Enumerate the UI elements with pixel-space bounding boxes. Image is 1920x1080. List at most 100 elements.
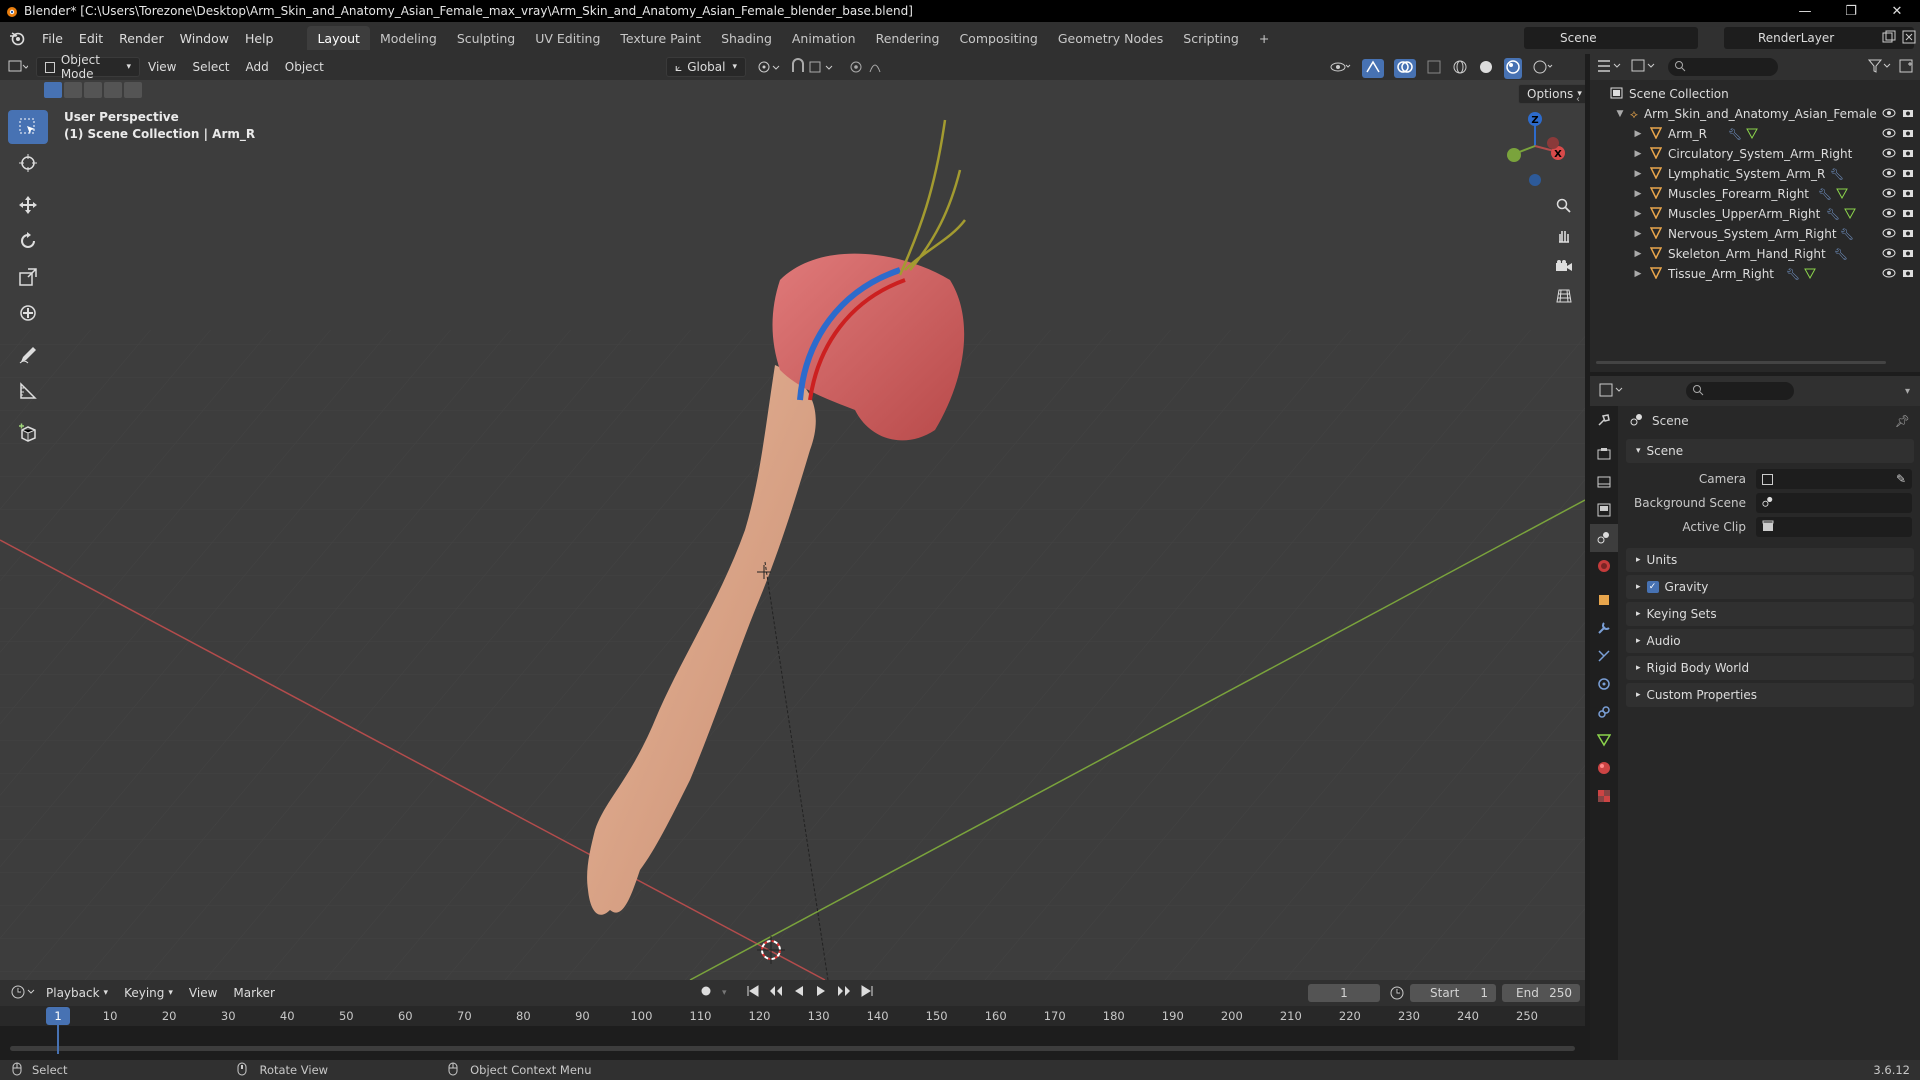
move-tool[interactable] bbox=[8, 188, 48, 222]
outliner-object-row[interactable]: ▶ Circulatory_System_Arm_Right bbox=[1590, 144, 1920, 164]
expand-caret-icon[interactable]: ▶ bbox=[1632, 229, 1644, 239]
timeline-ruler[interactable]: 10 20 30 40 50 60 70 80 90 100 110 120 130 140 150 160 1… bbox=[0, 1006, 1585, 1026]
camera-field[interactable]: ✎ bbox=[1756, 469, 1912, 489]
3d-viewport[interactable]: User Perspective (1) Scene Collection | … bbox=[0, 80, 1585, 980]
camera-render-icon[interactable] bbox=[1902, 107, 1914, 121]
view-menu[interactable]: View bbox=[140, 57, 184, 77]
object-menu[interactable]: Object bbox=[277, 57, 332, 77]
camera-render-icon[interactable] bbox=[1902, 207, 1914, 221]
tab-texture-paint[interactable]: Texture Paint bbox=[610, 26, 711, 50]
eye-icon[interactable] bbox=[1882, 107, 1896, 121]
minimize-button[interactable]: — bbox=[1782, 0, 1828, 22]
expand-caret-icon[interactable]: ▶ bbox=[1632, 129, 1644, 139]
prev-keyframe-icon[interactable] bbox=[769, 985, 783, 1000]
preview-range-icon[interactable] bbox=[1390, 986, 1404, 1003]
select-intersect-icon[interactable] bbox=[124, 82, 142, 98]
material-tab-icon[interactable] bbox=[1590, 754, 1618, 782]
constraints-tab-icon[interactable] bbox=[1590, 698, 1618, 726]
tab-geometry-nodes[interactable]: Geometry Nodes bbox=[1048, 26, 1173, 50]
cursor-tool[interactable] bbox=[8, 146, 48, 180]
panel-keying-sets-header[interactable]: ▸ Keying Sets bbox=[1626, 602, 1914, 626]
tab-shading[interactable]: Shading bbox=[711, 26, 782, 50]
timeline-scrollbar[interactable] bbox=[10, 1046, 1575, 1051]
select-extend-icon[interactable] bbox=[64, 82, 82, 98]
expand-caret-icon[interactable]: ▼ bbox=[1614, 109, 1626, 119]
panel-rigid-body-world-header[interactable]: ▸ Rigid Body World bbox=[1626, 656, 1914, 680]
navigation-gizmo[interactable]: Z X bbox=[1500, 110, 1570, 190]
panel-custom-properties-header[interactable]: ▸ Custom Properties bbox=[1626, 683, 1914, 707]
camera-render-icon[interactable] bbox=[1902, 187, 1914, 201]
material-shading-icon[interactable] bbox=[1504, 58, 1522, 79]
scale-tool[interactable] bbox=[8, 260, 48, 294]
expand-caret-icon[interactable]: ▶ bbox=[1632, 189, 1644, 199]
pivot-icon[interactable] bbox=[756, 58, 782, 79]
eye-icon[interactable] bbox=[1882, 187, 1896, 201]
world-tab-icon[interactable] bbox=[1590, 552, 1618, 580]
chevron-down-icon[interactable]: ▾ bbox=[722, 988, 727, 998]
tab-rendering[interactable]: Rendering bbox=[866, 26, 950, 50]
next-keyframe-icon[interactable] bbox=[837, 985, 851, 1000]
camera-render-icon[interactable] bbox=[1902, 147, 1914, 161]
tool-tab-icon[interactable] bbox=[1590, 406, 1618, 434]
new-collection-icon[interactable] bbox=[1898, 58, 1914, 77]
tab-uv-editing[interactable]: UV Editing bbox=[525, 26, 610, 50]
camera-render-icon[interactable] bbox=[1902, 227, 1914, 241]
data-tab-icon[interactable] bbox=[1590, 726, 1618, 754]
tab-layout[interactable]: Layout bbox=[307, 26, 370, 50]
add-menu[interactable]: Add bbox=[238, 57, 277, 77]
pin-icon[interactable]: 📌︎ bbox=[1895, 414, 1910, 428]
outliner-object-row[interactable]: ▶ Skeleton_Arm_Hand_Right 🔧︎ bbox=[1590, 244, 1920, 264]
chevron-down-icon[interactable]: ▾ bbox=[1905, 386, 1910, 397]
outliner-editor-type-icon[interactable] bbox=[1596, 58, 1624, 77]
solid-shading-icon[interactable] bbox=[1478, 59, 1494, 78]
select-new-icon[interactable] bbox=[44, 82, 62, 98]
playhead[interactable]: 1 bbox=[46, 1007, 70, 1025]
eye-icon[interactable] bbox=[1882, 267, 1896, 281]
camera-render-icon[interactable] bbox=[1902, 127, 1914, 141]
camera-render-icon[interactable] bbox=[1902, 267, 1914, 281]
outliner-object-row[interactable]: ▶ Muscles_Forearm_Right 🔧︎ bbox=[1590, 184, 1920, 204]
transform-orientation-dropdown[interactable]: ⟀ Global ▾ bbox=[666, 57, 746, 77]
outliner-object-row[interactable]: ▶ Arm_R 🔧︎ bbox=[1590, 124, 1920, 144]
pan-hand-icon[interactable] bbox=[1550, 222, 1578, 250]
physics-tab-icon[interactable] bbox=[1590, 670, 1618, 698]
tab-sculpting[interactable]: Sculpting bbox=[447, 26, 525, 50]
eye-icon[interactable] bbox=[1882, 147, 1896, 161]
remove-layer-icon[interactable] bbox=[1902, 30, 1916, 47]
select-subtract-icon[interactable] bbox=[84, 82, 102, 98]
wireframe-shading-icon[interactable] bbox=[1452, 59, 1468, 78]
jump-end-icon[interactable] bbox=[861, 985, 873, 1000]
display-mode-icon[interactable] bbox=[1630, 58, 1658, 77]
eye-icon[interactable] bbox=[1882, 207, 1896, 221]
scene-collection-row[interactable]: Scene Collection bbox=[1590, 84, 1920, 104]
properties-editor-type-icon[interactable] bbox=[1598, 382, 1626, 401]
rendered-shading-icon[interactable] bbox=[1532, 59, 1554, 78]
viewport-scene[interactable] bbox=[0, 80, 1585, 980]
texture-tab-icon[interactable] bbox=[1590, 782, 1618, 810]
active-clip-field[interactable] bbox=[1756, 517, 1912, 537]
blender-menu-icon[interactable] bbox=[0, 22, 34, 54]
panel-scene-header[interactable]: ▾ Scene bbox=[1626, 439, 1914, 463]
start-frame-field[interactable]: Start 1 bbox=[1410, 984, 1496, 1002]
rotate-tool[interactable] bbox=[8, 224, 48, 258]
timeline-editor-type-icon[interactable] bbox=[10, 984, 38, 1003]
outliner-object-row[interactable]: ▶ Tissue_Arm_Right 🔧︎ bbox=[1590, 264, 1920, 284]
eye-icon[interactable] bbox=[1882, 227, 1896, 241]
proportional-edit-icon[interactable] bbox=[848, 58, 896, 79]
add-cube-tool[interactable] bbox=[8, 416, 48, 450]
play-icon[interactable] bbox=[815, 985, 827, 1000]
particles-tab-icon[interactable] bbox=[1590, 642, 1618, 670]
close-button[interactable]: ✕ bbox=[1874, 0, 1920, 22]
expand-caret-icon[interactable]: ▶ bbox=[1632, 209, 1644, 219]
panel-units-header[interactable]: ▸ Units bbox=[1626, 548, 1914, 572]
panel-audio-header[interactable]: ▸ Audio bbox=[1626, 629, 1914, 653]
timeline-scrubber-area[interactable] bbox=[0, 1026, 1585, 1060]
outliner-object-row[interactable]: ▶ Muscles_UpperArm_Right 🔧︎ bbox=[1590, 204, 1920, 224]
gizmo-toggle-icon[interactable] bbox=[1362, 59, 1384, 78]
mode-dropdown[interactable]: Object Mode ▾ bbox=[36, 53, 140, 81]
background-scene-field[interactable] bbox=[1756, 493, 1912, 513]
transform-tool[interactable] bbox=[8, 296, 48, 330]
sidebar-toggle-icon[interactable]: ‹ bbox=[1576, 94, 1580, 105]
visibility-icon[interactable] bbox=[1330, 59, 1352, 78]
tab-compositing[interactable]: Compositing bbox=[949, 26, 1047, 50]
